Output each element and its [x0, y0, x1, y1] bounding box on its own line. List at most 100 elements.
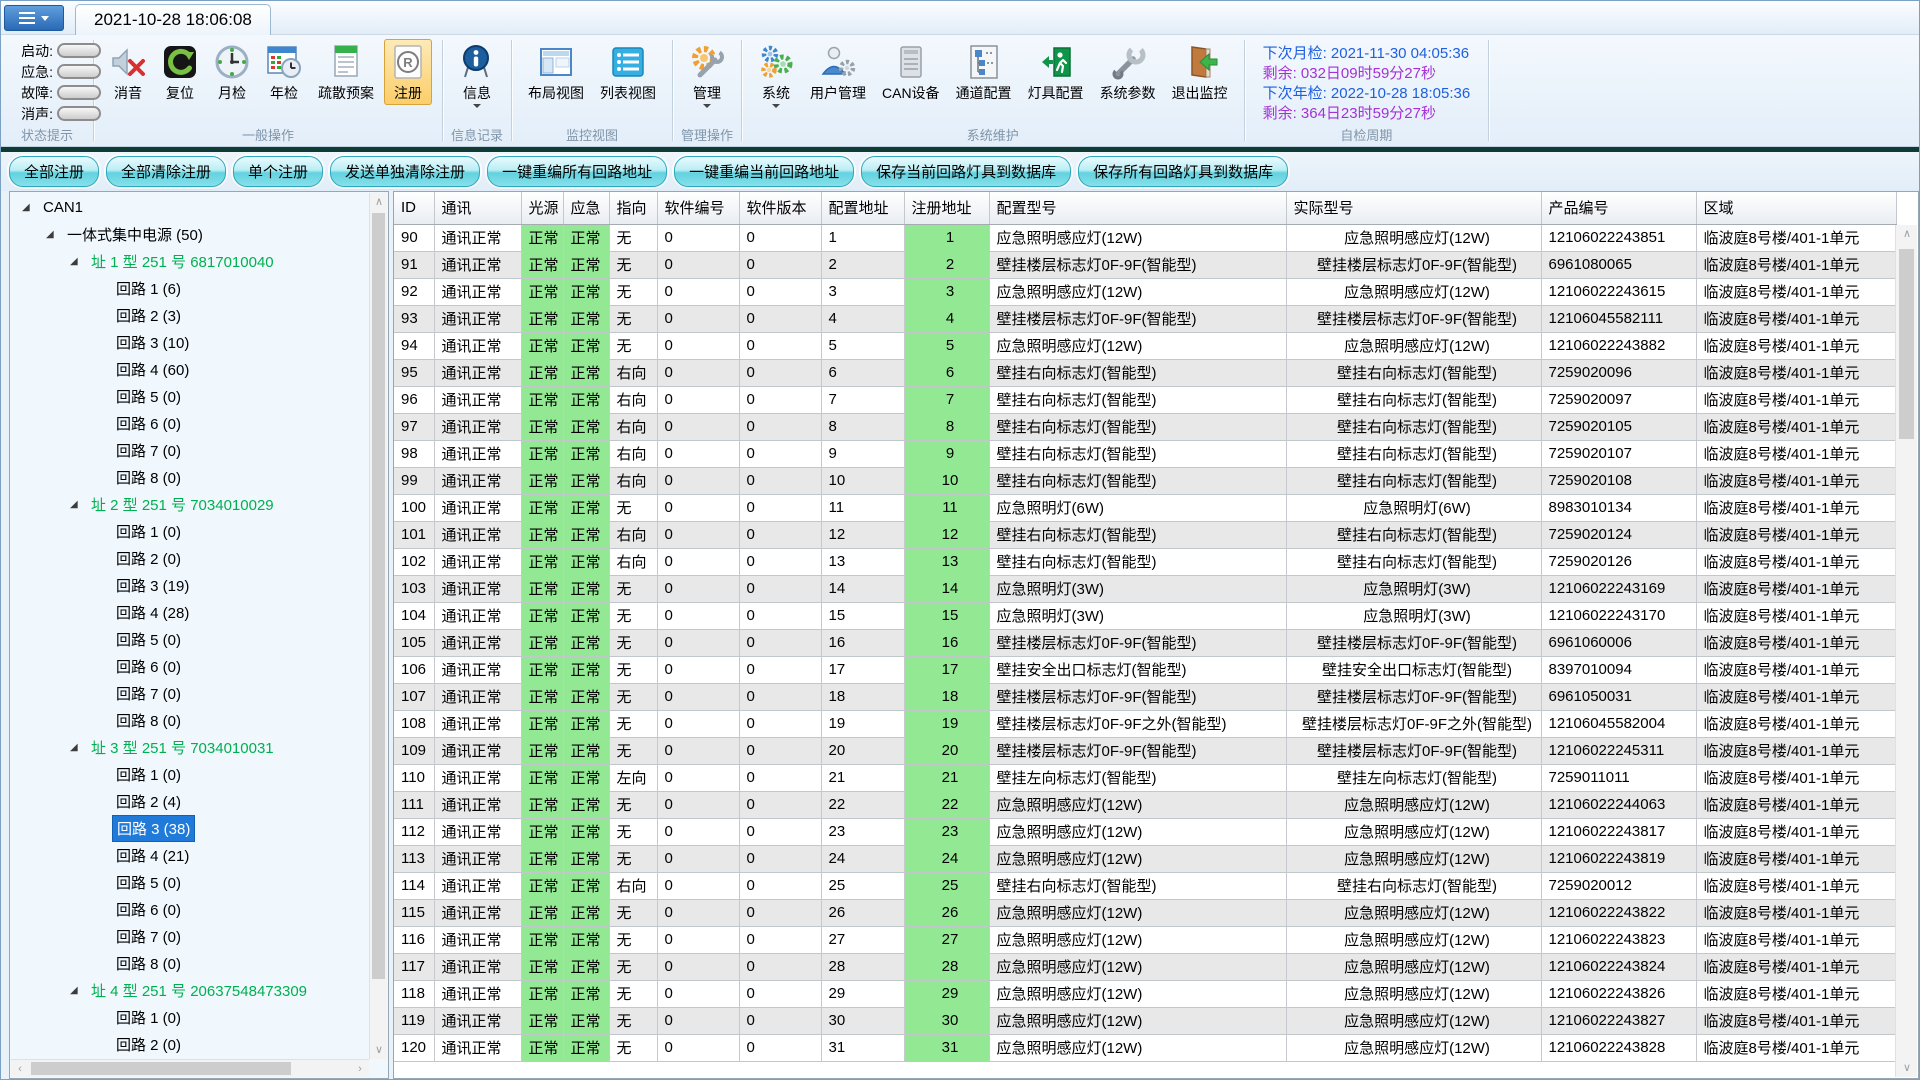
table-row[interactable]: 104通讯正常正常正常无001515应急照明灯(3W)应急照明灯(3W)1210… [394, 602, 1896, 629]
tree-node[interactable]: 回路 2 (4) [12, 788, 366, 815]
column-header[interactable]: 软件编号 [657, 192, 739, 224]
column-header[interactable]: 区域 [1696, 192, 1896, 224]
tree-node[interactable]: 回路 5 (0) [12, 626, 366, 653]
layout-view-button[interactable]: 布局视图 [522, 39, 590, 105]
table-row[interactable]: 117通讯正常正常正常无002828应急照明感应灯(12W)应急照明感应灯(12… [394, 953, 1896, 980]
table-row[interactable]: 97通讯正常正常正常右向0088壁挂右向标志灯(智能型)壁挂右向标志灯(智能型)… [394, 413, 1896, 440]
tree-expand-icon[interactable]: ◢ [22, 202, 34, 213]
tree-node[interactable]: 回路 4 (28) [12, 599, 366, 626]
tree-node[interactable]: 回路 7 (0) [12, 923, 366, 950]
tree-node[interactable]: 回路 3 (10) [12, 329, 366, 356]
tree-node[interactable]: 回路 5 (0) [12, 383, 366, 410]
tree-node[interactable]: 回路 8 (0) [12, 707, 366, 734]
table-row[interactable]: 111通讯正常正常正常无002222应急照明感应灯(12W)应急照明感应灯(12… [394, 791, 1896, 818]
system-button[interactable]: 系统 [752, 39, 800, 110]
table-row[interactable]: 99通讯正常正常正常右向001010壁挂右向标志灯(智能型)壁挂右向标志灯(智能… [394, 467, 1896, 494]
tree-scroll-thumb[interactable] [372, 213, 385, 979]
tree-node[interactable]: 回路 5 (0) [12, 869, 366, 896]
tree-node[interactable]: ◢址 3 型 251 号 7034010031 [12, 734, 366, 761]
tree-node[interactable]: 回路 4 (60) [12, 356, 366, 383]
column-header[interactable]: 光源 [521, 192, 563, 224]
column-header[interactable]: 软件版本 [739, 192, 821, 224]
tree-node[interactable]: 回路 1 (0) [12, 1004, 366, 1031]
column-header[interactable]: 通讯 [434, 192, 521, 224]
table-row[interactable]: 119通讯正常正常正常无003030应急照明感应灯(12W)应急照明感应灯(12… [394, 1007, 1896, 1034]
table-row[interactable]: 113通讯正常正常正常无002424应急照明感应灯(12W)应急照明感应灯(12… [394, 845, 1896, 872]
tree-expand-icon[interactable]: ◢ [70, 256, 82, 267]
scroll-left-arrow[interactable]: ‹ [11, 1060, 29, 1078]
tree-node[interactable]: 回路 8 (0) [12, 950, 366, 977]
table-row[interactable]: 107通讯正常正常正常无001818壁挂楼层标志灯0F-9F(智能型)壁挂楼层标… [394, 683, 1896, 710]
table-row[interactable]: 91通讯正常正常正常无0022壁挂楼层标志灯0F-9F(智能型)壁挂楼层标志灯0… [394, 251, 1896, 278]
tree-node[interactable]: 回路 6 (0) [12, 896, 366, 923]
tree-node[interactable]: 回路 7 (0) [12, 680, 366, 707]
tree-node[interactable]: ◢一体式集中电源 (50) [12, 221, 366, 248]
tree-node[interactable]: 回路 2 (0) [12, 545, 366, 572]
tree-node[interactable]: 回路 7 (0) [12, 437, 366, 464]
table-row[interactable]: 110通讯正常正常正常左向002121壁挂左向标志灯(智能型)壁挂左向标志灯(智… [394, 764, 1896, 791]
table-row[interactable]: 118通讯正常正常正常无002929应急照明感应灯(12W)应急照明感应灯(12… [394, 980, 1896, 1007]
column-header[interactable]: 实际型号 [1286, 192, 1541, 224]
table-row[interactable]: 115通讯正常正常正常无002626应急照明感应灯(12W)应急照明感应灯(12… [394, 899, 1896, 926]
scroll-up-arrow[interactable]: ∧ [370, 193, 388, 211]
action-button-6[interactable]: 一键重编当前回路地址 [674, 156, 854, 187]
datetime-tab[interactable]: 2021-10-28 18:06:08 [75, 4, 271, 35]
tree-node[interactable]: ◢址 1 型 251 号 6817010040 [12, 248, 366, 275]
action-button-1[interactable]: 全部注册 [9, 156, 99, 187]
monthly-check-button[interactable]: 月检 [208, 39, 256, 105]
tree-expand-icon[interactable]: ◢ [70, 985, 82, 996]
table-row[interactable]: 109通讯正常正常正常无002020壁挂楼层标志灯0F-9F(智能型)壁挂楼层标… [394, 737, 1896, 764]
table-row[interactable]: 93通讯正常正常正常无0044壁挂楼层标志灯0F-9F(智能型)壁挂楼层标志灯0… [394, 305, 1896, 332]
tree-hscroll-thumb[interactable] [31, 1062, 291, 1075]
tree-node[interactable]: 回路 6 (0) [12, 410, 366, 437]
app-menu-button[interactable] [4, 5, 64, 31]
table-row[interactable]: 90通讯正常正常正常无0011应急照明感应灯(12W)应急照明感应灯(12W)1… [394, 224, 1896, 251]
scroll-right-arrow[interactable]: › [351, 1060, 369, 1078]
tree-node[interactable]: ◢址 2 型 251 号 7034010029 [12, 491, 366, 518]
tree-node[interactable]: 回路 1 (0) [12, 518, 366, 545]
column-header[interactable]: 注册地址 [904, 192, 989, 224]
tree-node[interactable]: 回路 2 (0) [12, 1031, 366, 1058]
column-header[interactable]: 配置地址 [821, 192, 904, 224]
table-row[interactable]: 101通讯正常正常正常右向001212壁挂右向标志灯(智能型)壁挂右向标志灯(智… [394, 521, 1896, 548]
table-row[interactable]: 120通讯正常正常正常无003131应急照明感应灯(12W)应急照明感应灯(12… [394, 1034, 1896, 1061]
manage-button[interactable]: 管理 [683, 39, 731, 110]
can-device-button[interactable]: CAN设备 [876, 39, 946, 105]
table-row[interactable]: 92通讯正常正常正常无0033应急照明感应灯(12W)应急照明感应灯(12W)1… [394, 278, 1896, 305]
action-button-8[interactable]: 保存所有回路灯具到数据库 [1078, 156, 1288, 187]
reset-button[interactable]: 复位 [156, 39, 204, 105]
register-button[interactable]: R 注册 [384, 39, 432, 105]
exit-monitor-button[interactable]: 退出监控 [1166, 39, 1234, 105]
annual-check-button[interactable]: 年检 [260, 39, 308, 105]
action-button-3[interactable]: 单个注册 [233, 156, 323, 187]
table-row[interactable]: 94通讯正常正常正常无0055应急照明感应灯(12W)应急照明感应灯(12W)1… [394, 332, 1896, 359]
tree-node-selected[interactable]: 回路 3 (38) [12, 815, 366, 842]
mute-button[interactable]: 消音 [104, 39, 152, 105]
action-button-7[interactable]: 保存当前回路灯具到数据库 [861, 156, 1071, 187]
table-row[interactable]: 103通讯正常正常正常无001414应急照明灯(3W)应急照明灯(3W)1210… [394, 575, 1896, 602]
info-button[interactable]: 信息 [453, 39, 501, 110]
scroll-down-arrow[interactable]: ∨ [1896, 1059, 1918, 1077]
tree-node[interactable]: 回路 4 (21) [12, 842, 366, 869]
tree-node[interactable]: 回路 3 (19) [12, 572, 366, 599]
column-header[interactable]: 指向 [609, 192, 657, 224]
tree-expand-icon[interactable]: ◢ [70, 499, 82, 510]
lamp-config-button[interactable]: 灯具配置 [1022, 39, 1090, 105]
table-vertical-scrollbar[interactable]: ∧ ∨ [1895, 225, 1917, 1077]
system-params-button[interactable]: 系统参数 [1094, 39, 1162, 105]
table-row[interactable]: 105通讯正常正常正常无001616壁挂楼层标志灯0F-9F(智能型)壁挂楼层标… [394, 629, 1896, 656]
action-button-2[interactable]: 全部清除注册 [106, 156, 226, 187]
column-header[interactable]: 产品编号 [1541, 192, 1696, 224]
tree-node[interactable]: 回路 1 (0) [12, 761, 366, 788]
scroll-down-arrow[interactable]: ∨ [370, 1041, 388, 1059]
tree-node[interactable]: 回路 1 (6) [12, 275, 366, 302]
table-row[interactable]: 96通讯正常正常正常右向0077壁挂右向标志灯(智能型)壁挂右向标志灯(智能型)… [394, 386, 1896, 413]
table-row[interactable]: 98通讯正常正常正常右向0099壁挂右向标志灯(智能型)壁挂右向标志灯(智能型)… [394, 440, 1896, 467]
table-row[interactable]: 100通讯正常正常正常无001111应急照明灯(6W)应急照明灯(6W)8983… [394, 494, 1896, 521]
table-row[interactable]: 108通讯正常正常正常无001919壁挂楼层标志灯0F-9F之外(智能型)壁挂楼… [394, 710, 1896, 737]
tree-expand-icon[interactable]: ◢ [46, 229, 58, 240]
table-row[interactable]: 112通讯正常正常正常无002323应急照明感应灯(12W)应急照明感应灯(12… [394, 818, 1896, 845]
column-header[interactable]: ID [394, 192, 434, 224]
channel-config-button[interactable]: 通道配置 [950, 39, 1018, 105]
table-row[interactable]: 95通讯正常正常正常右向0066壁挂右向标志灯(智能型)壁挂右向标志灯(智能型)… [394, 359, 1896, 386]
